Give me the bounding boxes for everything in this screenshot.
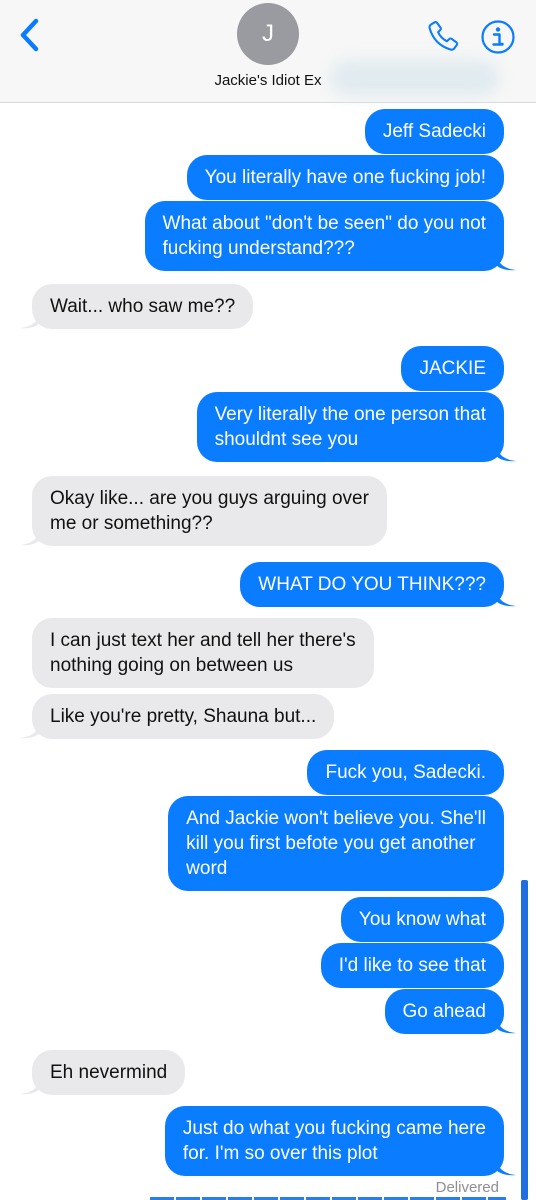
info-button[interactable] xyxy=(480,19,516,55)
message-bubble-sent[interactable]: And Jackie won't believe you. She'll kil… xyxy=(168,796,504,891)
message-bubble-received[interactable]: Okay like... are you guys arguing over m… xyxy=(32,476,387,546)
bubble-tail xyxy=(496,1018,516,1034)
message-bubble-sent[interactable]: Go ahead xyxy=(384,989,504,1034)
bubble-tail xyxy=(20,1079,40,1095)
call-button[interactable] xyxy=(424,18,462,56)
message-thread[interactable]: Jeff Sadecki You literally have one fuck… xyxy=(0,103,536,1200)
message-bubble-received[interactable]: Wait... who saw me?? xyxy=(32,284,254,329)
message-bubble-received[interactable]: Like you're pretty, Shauna but... xyxy=(32,694,335,739)
bubble-tail xyxy=(496,255,516,271)
message-bubble-received[interactable]: Eh nevermind xyxy=(32,1050,186,1095)
message-bubble-received[interactable]: I can just text her and tell her there's… xyxy=(32,618,374,688)
bubble-tail xyxy=(20,313,40,329)
message-bubble-sent[interactable]: Jeff Sadecki xyxy=(364,109,504,154)
delivered-status: Delivered xyxy=(435,1179,499,1196)
message-bubble-sent[interactable]: Very literally the one person that shoul… xyxy=(196,392,504,462)
bubble-tail xyxy=(496,591,516,607)
message-bubble-sent[interactable]: JACKIE xyxy=(401,346,504,391)
message-bubble-sent[interactable]: WHAT DO YOU THINK??? xyxy=(240,562,504,607)
message-bubble-sent[interactable]: I'd like to see that xyxy=(320,943,504,988)
message-bubble-sent[interactable]: Just do what you fucking came here for. … xyxy=(164,1106,504,1176)
back-button[interactable] xyxy=(14,16,48,54)
contact-avatar[interactable]: J xyxy=(237,3,299,65)
message-bubble-sent[interactable]: What about "don't be seen" do you not fu… xyxy=(144,201,504,271)
bubble-tail xyxy=(20,723,40,739)
message-bubble-sent[interactable]: You know what xyxy=(340,897,504,942)
info-icon xyxy=(481,20,515,54)
bubble-tail xyxy=(496,446,516,462)
message-bubble-sent[interactable]: Fuck you, Sadecki. xyxy=(307,750,504,795)
phone-icon xyxy=(428,21,459,51)
message-bubble-sent[interactable]: You literally have one fucking job! xyxy=(186,155,504,200)
bubble-tail xyxy=(20,530,40,546)
conversation-header: J Jackie's Idiot Ex xyxy=(0,0,536,103)
contact-name[interactable]: Jackie's Idiot Ex xyxy=(0,72,536,89)
bubble-tail xyxy=(496,1160,516,1176)
scrollbar[interactable] xyxy=(521,880,528,1200)
chevron-left-icon xyxy=(20,18,39,52)
